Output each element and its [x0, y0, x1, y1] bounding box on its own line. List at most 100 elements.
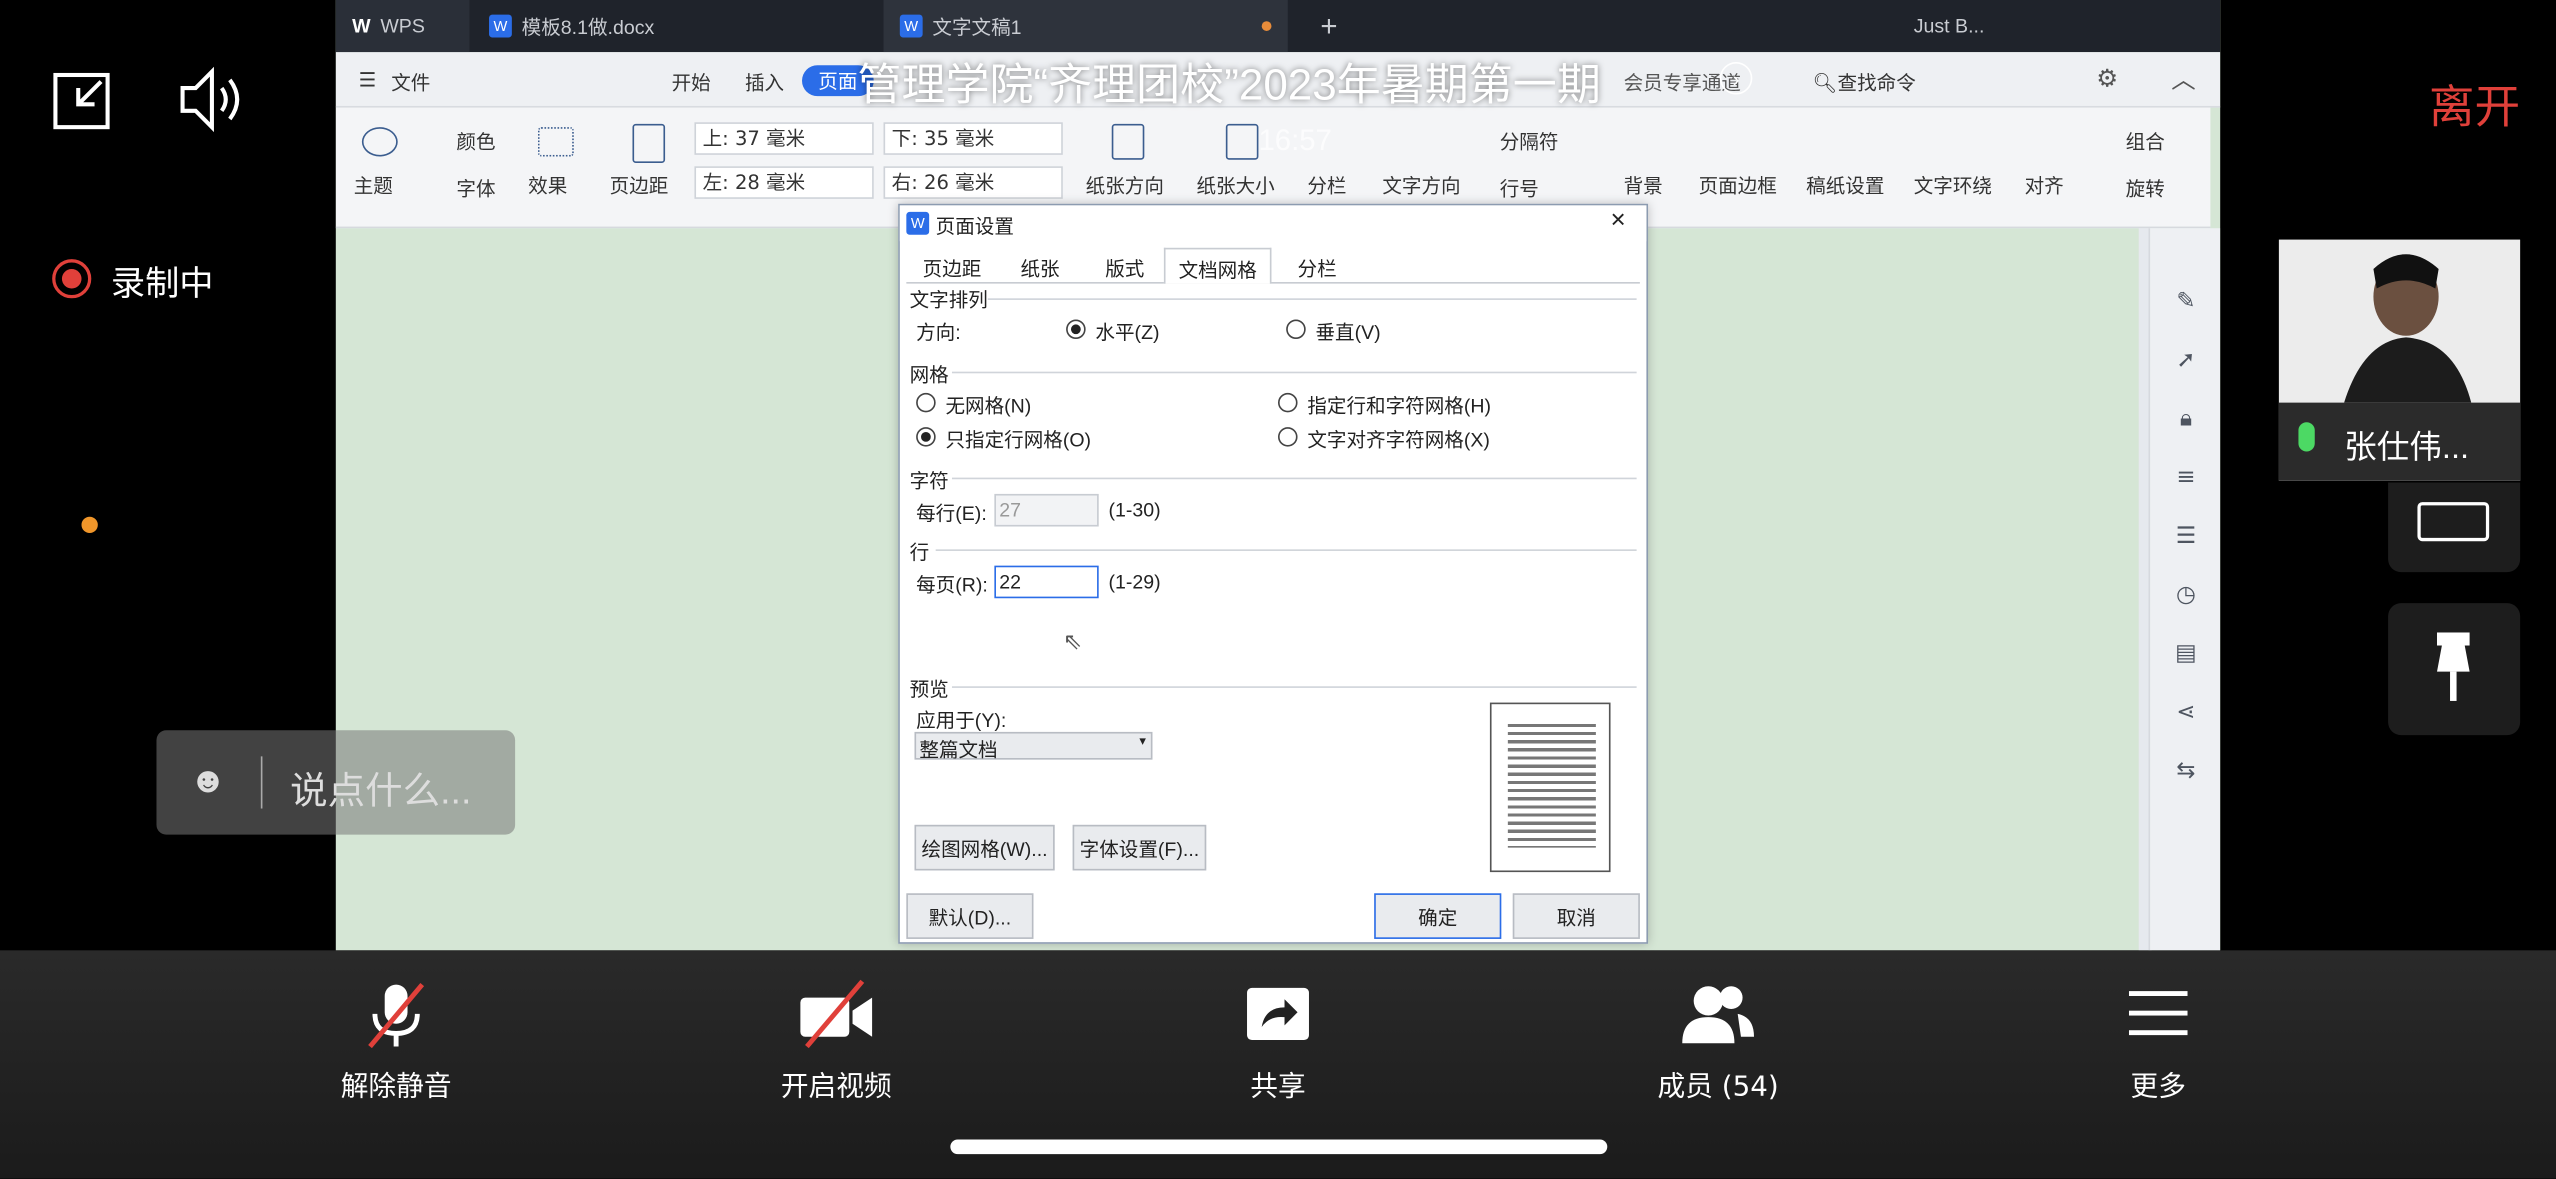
per-line-label: 每行(E): [916, 502, 987, 525]
radio-no-grid[interactable] [916, 392, 936, 413]
font-button[interactable]: 字体 [456, 174, 495, 202]
apply-to-value: 整篇文档 [919, 738, 998, 762]
tab-layout[interactable]: 版式 [1105, 254, 1144, 282]
effect-icon[interactable] [537, 127, 574, 157]
background-button[interactable]: 背景 [1624, 171, 1663, 199]
chat-input[interactable]: ☻ 说点什么... [156, 730, 516, 835]
wps-logo-icon: W [352, 14, 371, 38]
tab-doc1[interactable]: W 模板8.1做.docx [473, 0, 864, 52]
left-margin-input[interactable]: 左: 28 毫米 [694, 166, 874, 199]
font-settings-button[interactable]: 字体设置(F)... [1072, 824, 1207, 871]
speaker-icon[interactable] [176, 65, 248, 142]
right-margin-input[interactable]: 右: 26 毫米 [883, 166, 1063, 199]
orientation-button[interactable]: 纸张方向 [1086, 171, 1164, 199]
lock-icon[interactable]: 🔒︎ [2171, 404, 2200, 433]
columns-button[interactable]: 分栏 [1307, 171, 1346, 199]
radio-line-char-grid[interactable] [1278, 392, 1298, 413]
collapse-icon[interactable]: ︿ [2171, 62, 2195, 96]
text-wrap-button[interactable]: 文字环绕 [1914, 171, 1992, 199]
tab-margin[interactable]: 页边距 [923, 254, 982, 282]
tab-doc2-label: 文字文稿1 [932, 15, 1022, 39]
radio-vertical[interactable] [1286, 319, 1306, 340]
unsaved-dot-icon [1261, 21, 1272, 31]
radio-line-grid[interactable] [916, 427, 936, 447]
bottom-margin-input[interactable]: 下: 35 毫米 [883, 122, 1063, 155]
menu-icon [2128, 991, 2188, 1036]
layout-button[interactable] [2388, 482, 2521, 573]
list-icon[interactable]: ≡ [2171, 463, 2200, 492]
cursor-icon[interactable]: ➚ [2171, 346, 2200, 375]
members-button[interactable]: 成员 (54) [1620, 978, 1816, 1104]
tab-doc2[interactable]: W 文字文稿1 [883, 0, 1288, 53]
align-char-grid-label: 文字对齐字符网格(X) [1307, 428, 1490, 452]
draft-settings-button[interactable]: 稿纸设置 [1806, 171, 1884, 199]
draw-grid-button[interactable]: 绘图网格(W)... [914, 824, 1055, 871]
radio-horizontal[interactable] [1066, 319, 1086, 340]
emoji-icon[interactable]: ☻ [189, 760, 227, 802]
pen-icon[interactable]: ✎ [2171, 287, 2200, 316]
tab-paper[interactable]: 纸张 [1020, 254, 1059, 282]
minimize-icon[interactable] [52, 72, 111, 139]
apply-to-select[interactable]: 整篇文档 ▾ [914, 731, 1153, 762]
rotate-button[interactable]: 旋转 [2126, 174, 2165, 202]
ok-button[interactable]: 确定 [1374, 893, 1502, 939]
tab-wps[interactable]: W WPS [335, 0, 470, 53]
chevron-right-icon[interactable]: › [1719, 61, 1753, 95]
sliders-icon[interactable]: ☰ [2171, 522, 2200, 551]
section-rows: 行 [909, 541, 930, 565]
home-indicator[interactable] [950, 1139, 1608, 1155]
page-border-button[interactable]: 页面边框 [1699, 171, 1777, 199]
group-button[interactable]: 组合 [2126, 127, 2165, 155]
color-button[interactable]: 颜色 [456, 127, 495, 155]
theme-button[interactable]: 主题 [354, 171, 393, 199]
history-icon[interactable]: ◷ [2171, 580, 2200, 609]
unmute-button[interactable]: 解除静音 [298, 978, 494, 1104]
participant-name: 张仕伟... [2344, 430, 2470, 467]
start-video-button[interactable]: 开启视频 [738, 978, 934, 1104]
default-button[interactable]: 默认(D)... [906, 893, 1034, 939]
table-icon[interactable]: ▤ [2171, 639, 2200, 668]
find-command[interactable]: 🔍︎查找命令 [1813, 68, 1916, 96]
wps-icon: W [906, 211, 930, 235]
align-button[interactable]: 对齐 [2025, 171, 2064, 199]
cancel-button[interactable]: 取消 [1512, 893, 1640, 939]
gear-icon[interactable]: ⚙ [2096, 64, 2118, 93]
translate-icon[interactable]: ⇆ [2171, 756, 2200, 785]
chat-placeholder: 说点什么... [290, 769, 472, 812]
share-icon[interactable]: ⋖ [2171, 698, 2200, 727]
tab-document-grid[interactable]: 文档网格 [1163, 247, 1272, 284]
radio-align-char-grid[interactable] [1278, 427, 1298, 447]
pin-button[interactable] [2388, 603, 2521, 736]
close-icon[interactable]: × [1611, 207, 1626, 236]
tab-columns[interactable]: 分栏 [1298, 254, 1337, 282]
menu-icon[interactable]: ☰ [359, 68, 377, 91]
text-direction-button[interactable]: 文字方向 [1382, 171, 1460, 199]
apply-to-label: 应用于(Y): [916, 709, 1007, 732]
divider [935, 549, 1637, 551]
participant-video[interactable]: 张仕伟... [2278, 239, 2521, 481]
more-button[interactable]: 更多 [2060, 978, 2256, 1104]
divider [951, 371, 1637, 374]
new-tab-button[interactable]: + [1304, 0, 1353, 52]
menu-file[interactable]: 文件 [391, 68, 430, 96]
section-text-direction: 文字排列 [909, 288, 988, 312]
separator-button[interactable]: 分隔符 [1500, 127, 1559, 155]
per-page-range: (1-29) [1108, 570, 1161, 594]
effect-button[interactable]: 效果 [528, 171, 567, 199]
line-number-button[interactable]: 行号 [1500, 174, 1539, 202]
per-page-input[interactable]: 22 [994, 565, 1099, 599]
menu-start[interactable]: 开始 [672, 68, 711, 96]
theme-icon[interactable] [361, 127, 398, 157]
top-margin-input[interactable]: 上: 37 毫米 [694, 122, 874, 155]
doc-icon: W [489, 14, 512, 38]
app-tab-bar: W WPS W 模板8.1做.docx W 文字文稿1 + Just B... [335, 0, 2221, 53]
leave-button[interactable]: 离开 [2429, 72, 2520, 137]
paper-size-icon[interactable] [1225, 123, 1259, 160]
menu-insert[interactable]: 插入 [745, 68, 784, 96]
divider [951, 477, 1637, 480]
orientation-icon[interactable] [1111, 123, 1145, 160]
paper-size-button[interactable]: 纸张大小 [1196, 171, 1274, 199]
share-button[interactable]: 共享 [1180, 978, 1376, 1104]
margin-button[interactable]: 页边距 [610, 171, 669, 199]
margin-icon[interactable] [632, 123, 666, 164]
